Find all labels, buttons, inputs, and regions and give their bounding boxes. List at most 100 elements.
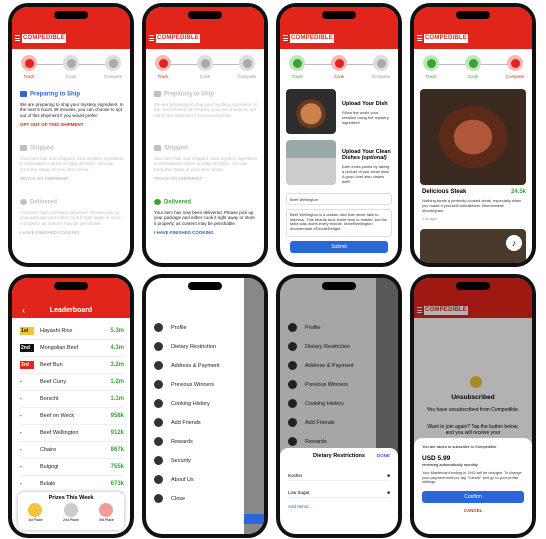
trophy-icon <box>242 58 252 68</box>
menu-item[interactable]: About Us <box>154 470 256 489</box>
subscribe-sheet: You are about to subscribe to Compedible… <box>414 438 532 534</box>
leaderboard-row[interactable]: 3rd Beef Bun 3.2m <box>20 356 124 374</box>
submit-button[interactable]: Submit <box>290 241 388 253</box>
dish-description-input[interactable]: Beef Wellington is a classic dish that n… <box>286 209 392 237</box>
dish-photo[interactable] <box>286 89 336 134</box>
score: 5.3m <box>110 327 124 334</box>
rank-label: 2nd <box>20 343 34 352</box>
phone-compete-feed: COMPEDIBLE Track Cook Compete Delicious … <box>410 3 536 267</box>
rank-label: - <box>20 395 22 402</box>
phone-cook-upload: COMPEDIBLE Track Cook Compete Upload You… <box>276 3 402 267</box>
menu-item[interactable]: Security <box>154 451 256 470</box>
trophy-icon <box>108 58 118 68</box>
menu-item[interactable]: Profile <box>154 318 256 337</box>
leaderboard-row[interactable]: - Beef Wellington 912k <box>20 424 124 442</box>
menu-icon-5 <box>154 418 163 427</box>
pot-icon <box>334 58 344 68</box>
dish-name: Bulalo <box>40 480 56 487</box>
leaderboard-row[interactable]: - Borscht 1.1m <box>20 390 124 408</box>
section-shipped: Shipped Your item has now shipped. Your … <box>20 145 124 182</box>
rank-label: 1st <box>20 326 34 335</box>
prize-1-icon[interactable] <box>28 503 43 517</box>
add-items-input[interactable]: Add Items... <box>288 504 390 509</box>
menu-icon[interactable] <box>283 35 288 41</box>
menu-icon[interactable] <box>149 35 154 41</box>
box-icon <box>20 91 27 97</box>
menu-label: Dietary Restriction <box>171 343 216 350</box>
pot-icon <box>200 58 210 68</box>
dietary-sheet: Dietary Restrictions DONE Kosher ■ Low Sug… <box>280 448 398 534</box>
menu-item[interactable]: Previous Winners <box>154 375 256 394</box>
menu-label: Close <box>171 495 186 502</box>
prizes-panel: Prizes This Week 1st Place 2nd Place 3rd… <box>18 492 124 530</box>
cancel-button[interactable]: CANCEL <box>422 508 524 513</box>
dish-name: Borscht <box>40 395 59 402</box>
menu-icon-1 <box>154 342 163 351</box>
menu-label: Previous Winners <box>171 381 215 388</box>
dynamic-island <box>54 11 88 19</box>
score: 4.3m <box>110 344 124 351</box>
post-photo[interactable] <box>420 89 526 185</box>
dish-name: Beef on Weck <box>40 412 75 419</box>
brand-logo: COMPEDIBLE <box>22 34 66 43</box>
menu-icon-0 <box>154 323 163 332</box>
menu-icon[interactable] <box>15 35 20 41</box>
leaderboard-row[interactable]: - Bulgogi 755k <box>20 458 124 476</box>
score: 867k <box>110 446 124 453</box>
price-label: USD 5.99 <box>422 455 451 462</box>
tiktok-icon[interactable]: ♪ <box>506 235 522 251</box>
score: 958k <box>110 412 124 419</box>
prize-3-icon[interactable] <box>99 503 114 517</box>
leaderboard-row[interactable]: 2nd Mongolian Beef 4.3m <box>20 339 124 357</box>
phone-unsubscribed: COMPEDIBLE Unsubscribed You have unsubsc… <box>410 274 536 538</box>
leaderboard-row[interactable]: - Bulalo 673k <box>20 475 124 493</box>
trash-icon[interactable]: ■ <box>387 490 390 495</box>
done-button[interactable]: DONE <box>377 448 390 464</box>
dish-name-input[interactable]: Beef Wellington <box>286 193 392 205</box>
rank-label: - <box>20 429 22 436</box>
menu-label: Add Friends <box>171 419 201 426</box>
rank-label: - <box>20 480 22 487</box>
leaderboard-row[interactable]: - Beef on Weck 958k <box>20 407 124 425</box>
sink-photo[interactable] <box>286 140 336 185</box>
dish-name: Hayashi Rice <box>40 327 73 334</box>
menu-icon-7 <box>154 456 163 465</box>
score: 3.2m <box>110 361 124 368</box>
dish-name: Beef Bun <box>40 361 63 368</box>
rank-label: - <box>20 412 22 419</box>
menu-label: About Us <box>171 476 194 483</box>
dish-name: Beef Curry <box>40 378 67 385</box>
menu-label: Security <box>171 457 191 464</box>
pot-icon <box>468 58 478 68</box>
leaderboard-row[interactable]: - Beef Curry 1.2m <box>20 373 124 391</box>
menu-icon-4 <box>154 399 163 408</box>
rank-label: 3rd <box>20 360 34 369</box>
rank-label: - <box>20 378 22 385</box>
section-delivered: Delivered Your item has now been deliver… <box>20 199 121 236</box>
leaderboard-row[interactable]: - Chairo 867k <box>20 441 124 459</box>
finished-cooking-link[interactable]: I HAVE FINISHED COOKING <box>154 230 258 235</box>
menu-icon[interactable] <box>417 35 422 41</box>
restriction-item: Low Sugar ■ <box>288 487 390 498</box>
trophy-icon <box>510 58 520 68</box>
leaderboard-row[interactable]: 1st Hayashi Rice 5.3m <box>20 322 124 340</box>
menu-item[interactable]: Address & Payment <box>154 356 256 375</box>
menu-item[interactable]: Rewards <box>154 432 256 451</box>
menu-icon-2 <box>154 361 163 370</box>
menu-item[interactable]: Cooking History <box>154 394 256 413</box>
menu-label: Cooking History <box>171 400 210 407</box>
menu-label: Profile <box>171 324 187 331</box>
trash-icon[interactable]: ■ <box>387 473 390 478</box>
opt-out-link[interactable]: OPT OUT OF THIS SHIPMENT <box>20 122 124 127</box>
truck-icon <box>158 58 168 68</box>
menu-item[interactable]: Close <box>154 489 256 508</box>
truck-icon <box>426 58 436 68</box>
menu-icon-9 <box>154 494 163 503</box>
prize-2-icon[interactable] <box>63 503 78 517</box>
menu-item[interactable]: Add Friends <box>154 413 256 432</box>
menu-icon-6 <box>154 437 163 446</box>
dish-name: Chairo <box>40 446 57 453</box>
confirm-button[interactable]: Confirm <box>422 490 524 503</box>
menu-label: Rewards <box>171 438 193 445</box>
menu-item[interactable]: Dietary Restriction <box>154 337 256 356</box>
